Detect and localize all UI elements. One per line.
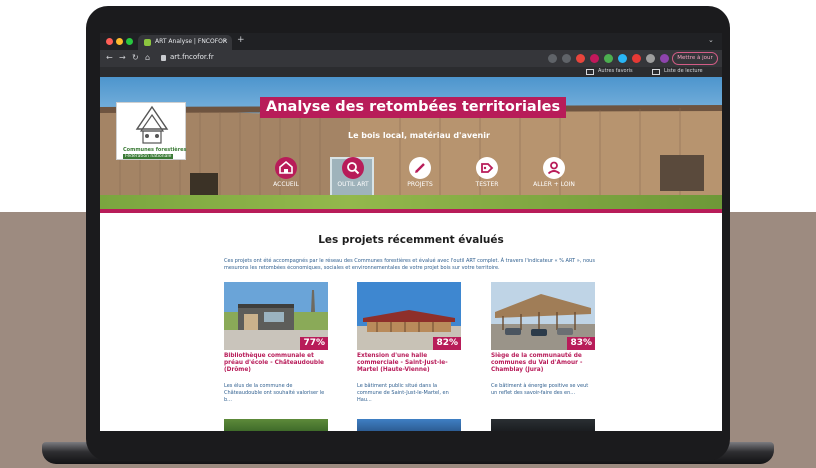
- tab-bar: ART Analyse | FNCOFOR × + ⌄: [100, 33, 722, 50]
- logo-building-icon: [135, 105, 169, 144]
- project-card-3[interactable]: 83% Siège de la communauté de communes d…: [491, 282, 595, 412]
- scene: ART Analyse | FNCOFOR × + ⌄ ← → ↻ ⌂ art.…: [0, 0, 816, 468]
- project-card-1[interactable]: 77% Bibliothèque communale et préau d'éc…: [224, 282, 328, 412]
- extension-x-icon[interactable]: [632, 54, 641, 63]
- tab-close-icon[interactable]: ×: [222, 37, 228, 45]
- project-score-3: 83%: [567, 337, 595, 350]
- share-icon[interactable]: [548, 54, 557, 63]
- project-card-5-peek: [357, 419, 461, 431]
- other-bookmarks-link[interactable]: Autres favoris: [598, 68, 633, 74]
- browser-tab[interactable]: ART Analyse | FNCOFOR ×: [138, 35, 232, 50]
- reading-list-link[interactable]: Liste de lecture: [664, 68, 703, 74]
- section-title: Les projets récemment évalués: [318, 234, 504, 246]
- hero-title: Analyse des retombées territoriales: [260, 97, 567, 118]
- pencil-icon: [409, 157, 431, 179]
- forward-button[interactable]: →: [119, 53, 126, 62]
- project-score-1: 77%: [300, 337, 328, 350]
- project-score-2: 82%: [433, 337, 461, 350]
- user-icon: [543, 157, 565, 179]
- extension-red-icon[interactable]: [576, 54, 585, 63]
- browser-window: ART Analyse | FNCOFOR × + ⌄ ← → ↻ ⌂ art.…: [100, 33, 722, 431]
- home-button[interactable]: ⌂: [145, 53, 150, 62]
- lock-icon: [161, 55, 166, 61]
- address-bar: ← → ↻ ⌂ art.fncofor.fr Mettre à jour: [100, 50, 722, 67]
- project-title-2[interactable]: Extension d'une halle commerciale - Sain…: [357, 353, 461, 374]
- project-photo-1: 77%: [224, 282, 328, 350]
- star-icon[interactable]: [562, 54, 571, 63]
- maximize-window-dot[interactable]: [126, 38, 133, 45]
- project-title-1[interactable]: Bibliothèque communale et préau d'école …: [224, 353, 328, 374]
- home-icon: [275, 157, 297, 179]
- intro-text: Ces projets ont été accompagnés par le r…: [224, 258, 595, 271]
- project-title-3[interactable]: Siège de la communauté de communes du Va…: [491, 353, 595, 374]
- project-excerpt-2: Le bâtiment public situé dans la commune…: [357, 383, 449, 403]
- folder-icon: [586, 69, 594, 75]
- reading-list-icon: [652, 69, 660, 75]
- favicon-icon: [144, 39, 151, 46]
- hero-banner: Communes forestières Fédération national…: [100, 77, 722, 213]
- logo-text-sub: Fédération nationale: [123, 154, 174, 159]
- update-button[interactable]: Mettre à jour: [672, 52, 718, 65]
- project-card-2[interactable]: 82% Extension d'une halle commerciale - …: [357, 282, 461, 412]
- search-icon: [342, 157, 364, 179]
- extension-green-icon[interactable]: [604, 54, 613, 63]
- tab-title: ART Analyse | FNCOFOR: [155, 38, 228, 45]
- profile-avatar[interactable]: [660, 54, 669, 63]
- url-field[interactable]: art.fncofor.fr: [170, 53, 214, 61]
- project-excerpt-3: Ce bâtiment à énergie positive se veut u…: [491, 383, 589, 396]
- nav-aller-plus-loin[interactable]: ALLER + LOIN: [514, 157, 594, 199]
- back-button[interactable]: ←: [106, 53, 113, 62]
- project-card-4-peek: [224, 419, 328, 431]
- puzzle-icon[interactable]: [646, 54, 655, 63]
- extension-pink-icon[interactable]: [590, 54, 599, 63]
- close-window-dot[interactable]: [106, 38, 113, 45]
- nav-aller-plus-loin-label: ALLER + LOIN: [533, 181, 575, 188]
- tag-icon: [476, 157, 498, 179]
- minimize-window-dot[interactable]: [116, 38, 123, 45]
- logo-text-main: Communes forestières: [123, 147, 187, 153]
- bookmarks-bar: Autres favoris Liste de lecture: [100, 67, 722, 77]
- site-logo[interactable]: Communes forestières Fédération national…: [116, 102, 187, 160]
- new-tab-button[interactable]: +: [237, 35, 245, 45]
- hero-subtitle: Le bois local, matériau d'avenir: [348, 131, 490, 140]
- project-photo-3: 83%: [491, 282, 595, 350]
- project-photo-2: 82%: [357, 282, 461, 350]
- project-card-6-peek: [491, 419, 595, 431]
- project-excerpt-1: Les élus de la commune de Châteaudouble …: [224, 383, 325, 403]
- tab-search-chevron-icon[interactable]: ⌄: [708, 36, 714, 44]
- main-content: Les projets récemment évalués Ces projet…: [100, 213, 722, 431]
- reload-button[interactable]: ↻: [132, 53, 139, 62]
- extension-blue-icon[interactable]: [618, 54, 627, 63]
